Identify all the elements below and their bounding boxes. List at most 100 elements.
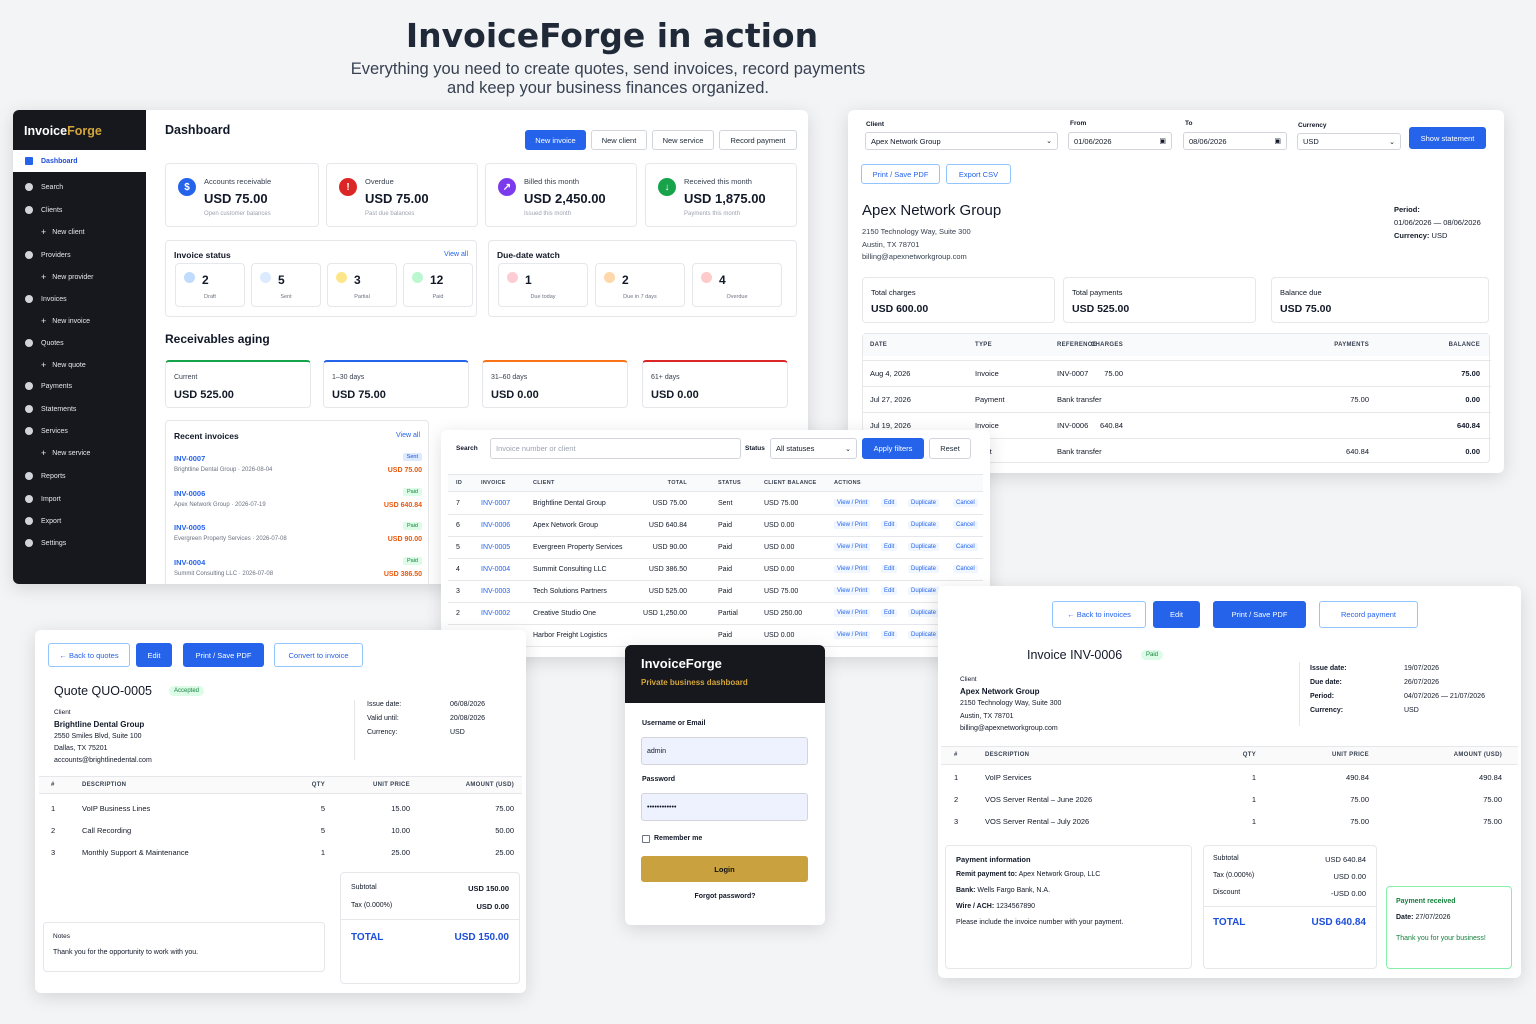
meta-value: 26/07/2026 [1404, 679, 1440, 686]
print-save-pdf-button[interactable]: Print / Save PDF [1213, 601, 1306, 628]
reset-button[interactable]: Reset [929, 438, 971, 459]
action-view-print[interactable]: View / Print [834, 499, 871, 507]
action-duplicate[interactable]: Duplicate [908, 631, 940, 639]
action-edit[interactable]: Edit [881, 631, 898, 639]
sidebar-item-new-provider[interactable]: New provider [13, 266, 146, 288]
invoice-link[interactable]: INV-0002 [481, 610, 510, 617]
export-csv-button[interactable]: Export CSV [946, 164, 1011, 184]
invoice-link[interactable]: INV-0007 [481, 500, 510, 507]
status-tile[interactable]: 2 Draft [175, 263, 245, 307]
action-cancel[interactable]: Cancel [953, 521, 978, 529]
action-edit[interactable]: Edit [881, 609, 898, 617]
sidebar-item-new-invoice[interactable]: New invoice [13, 310, 146, 332]
due-tile[interactable]: 1 Due today [498, 263, 588, 307]
status-tile[interactable]: 5 Sent [251, 263, 321, 307]
invoice-link[interactable]: INV-0005 [174, 523, 205, 532]
action-edit[interactable]: Edit [881, 587, 898, 595]
convert-to-invoice-button[interactable]: Convert to invoice [274, 643, 363, 667]
search-input[interactable]: Invoice number or client [490, 438, 741, 459]
status-tile[interactable]: 12 Paid [403, 263, 473, 307]
sidebar-item-dashboard[interactable]: Dashboard [13, 150, 146, 172]
username-input[interactable]: admin [641, 737, 808, 765]
status-select[interactable]: All statuses ⌄ [770, 438, 857, 459]
sidebar-item-invoices[interactable]: Invoices [13, 288, 146, 310]
table-cell: 640.84 [1457, 421, 1480, 430]
sidebar-item-clients[interactable]: Clients [13, 199, 146, 221]
edit-button[interactable]: Edit [136, 643, 172, 667]
list-item[interactable]: INV-0007 Brightline Dental Group · 2026-0… [174, 451, 422, 485]
record-payment-button[interactable]: Record payment [1319, 601, 1418, 628]
apply-filters-button[interactable]: Apply filters [862, 438, 924, 459]
action-duplicate[interactable]: Duplicate [908, 499, 940, 507]
show-statement-button[interactable]: Show statement [1409, 127, 1486, 149]
action-cancel[interactable]: Cancel [953, 499, 978, 507]
due-count: 2 [622, 273, 629, 287]
to-date-input[interactable]: 08/06/2026 ▣ [1183, 132, 1287, 150]
currency-select[interactable]: USD ⌄ [1297, 133, 1401, 150]
login-button[interactable]: Login [641, 856, 808, 882]
list-item[interactable]: INV-0004 Summit Consulting LLC · 2026-07-… [174, 555, 422, 585]
invoice-link[interactable]: INV-0007 [174, 454, 205, 463]
action-duplicate[interactable]: Duplicate [908, 521, 940, 529]
sidebar-item-quotes[interactable]: Quotes [13, 332, 146, 354]
sidebar-item-payments[interactable]: Payments [13, 375, 146, 397]
list-item[interactable]: INV-0006 Apex Network Group · 2026-07-19 P… [174, 486, 422, 520]
action-view-print[interactable]: View / Print [834, 565, 871, 573]
invoice-link[interactable]: INV-0004 [481, 566, 510, 573]
sidebar-item-new-quote[interactable]: New quote [13, 354, 146, 376]
due-tile[interactable]: 2 Due in 7 days [595, 263, 685, 307]
invoice-link[interactable]: INV-0006 [174, 489, 205, 498]
recent-invoices-view-all-link[interactable]: View all [396, 432, 420, 439]
action-duplicate[interactable]: Duplicate [908, 609, 940, 617]
action-cancel[interactable]: Cancel [953, 543, 978, 551]
sidebar-item-import[interactable]: Import [13, 488, 146, 510]
invoice-link[interactable]: INV-0005 [481, 544, 510, 551]
action-edit[interactable]: Edit [881, 521, 898, 529]
sidebar-item-search[interactable]: Search [13, 176, 146, 198]
invoice-link[interactable]: INV-0004 [174, 558, 205, 567]
sidebar-item-reports[interactable]: Reports [13, 465, 146, 487]
action-view-print[interactable]: View / Print [834, 587, 871, 595]
edit-button[interactable]: Edit [1153, 601, 1200, 628]
sidebar-item-new-client[interactable]: New client [13, 221, 146, 243]
invoice-link[interactable]: INV-0003 [481, 588, 510, 595]
invoice-status-view-all-link[interactable]: View all [444, 251, 468, 258]
back-to-invoices-button[interactable]: ← Back to invoices [1052, 601, 1146, 628]
invoice-link[interactable]: INV-0006 [481, 522, 510, 529]
sidebar-item-settings[interactable]: Settings [13, 532, 146, 554]
sidebar-item-services[interactable]: Services [13, 420, 146, 442]
due-tile[interactable]: 4 Overdue [692, 263, 782, 307]
sidebar-item-statements[interactable]: Statements [13, 398, 146, 420]
print-save-pdf-button[interactable]: Print / Save PDF [861, 164, 940, 184]
forgot-password-link[interactable]: Forgot password? [625, 893, 825, 900]
sidebar-item-export[interactable]: Export [13, 510, 146, 532]
new-invoice-button[interactable]: New invoice [525, 130, 586, 150]
back-to-quotes-button[interactable]: ← Back to quotes [48, 643, 130, 667]
action-duplicate[interactable]: Duplicate [908, 565, 940, 573]
sidebar-item-new-service[interactable]: New service [13, 442, 146, 464]
new-service-button[interactable]: New service [652, 130, 714, 150]
status-tile[interactable]: 3 Partial [327, 263, 397, 307]
action-duplicate[interactable]: Duplicate [908, 543, 940, 551]
list-item[interactable]: INV-0005 Evergreen Property Services · 20… [174, 520, 422, 554]
print-save-pdf-button[interactable]: Print / Save PDF [183, 643, 264, 667]
record-payment-button[interactable]: Record payment [719, 130, 797, 150]
action-view-print[interactable]: View / Print [834, 521, 871, 529]
password-input[interactable]: •••••••••••• [641, 793, 808, 821]
action-edit[interactable]: Edit [881, 565, 898, 573]
new-client-button[interactable]: New client [591, 130, 647, 150]
table-header-id: ID [456, 480, 463, 486]
client-select[interactable]: Apex Network Group ⌄ [865, 132, 1058, 150]
table-cell: VoIP Services [985, 773, 1032, 782]
remember-me-checkbox[interactable] [642, 835, 650, 843]
sidebar-item-providers[interactable]: Providers [13, 244, 146, 266]
action-view-print[interactable]: View / Print [834, 609, 871, 617]
action-cancel[interactable]: Cancel [953, 565, 978, 573]
action-view-print[interactable]: View / Print [834, 543, 871, 551]
from-date-input[interactable]: 01/06/2026 ▣ [1068, 132, 1172, 150]
action-duplicate[interactable]: Duplicate [908, 587, 940, 595]
action-edit[interactable]: Edit [881, 543, 898, 551]
action-edit[interactable]: Edit [881, 499, 898, 507]
action-view-print[interactable]: View / Print [834, 631, 871, 639]
table-cell: Aug 4, 2026 [870, 369, 911, 378]
